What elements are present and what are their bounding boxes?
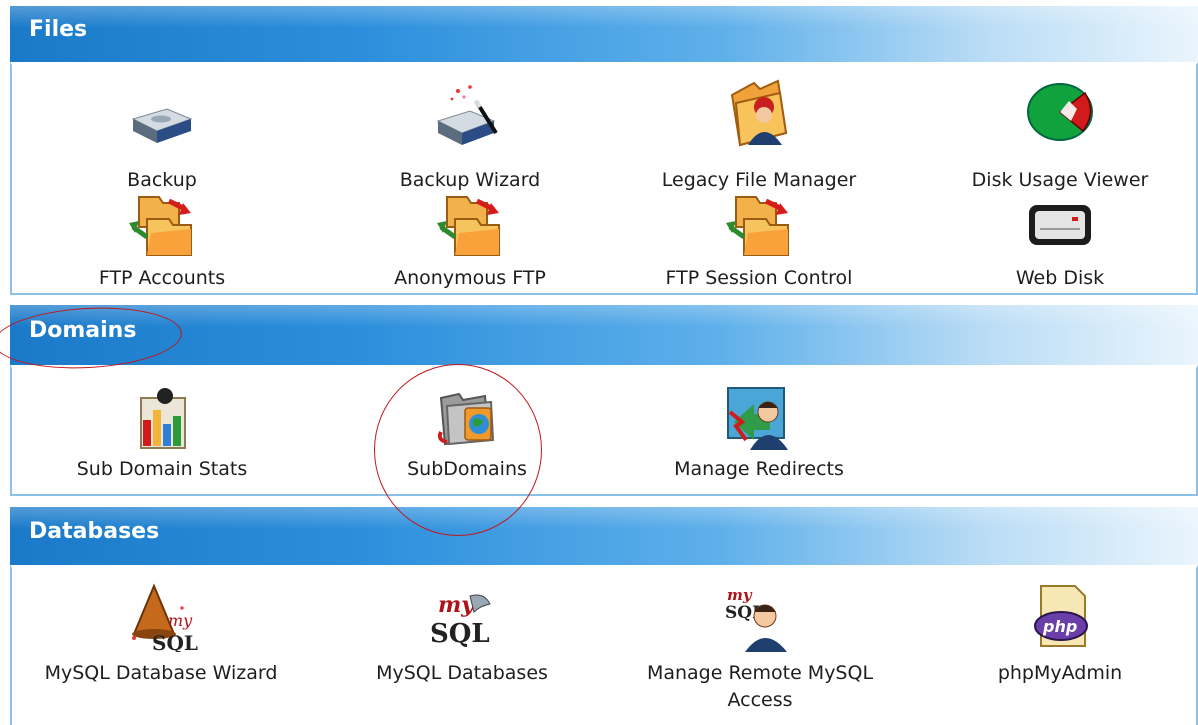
mysql-databases-label: MySQL Databases	[376, 662, 548, 684]
domains-section: Domains Sub Domain Stats SubDomains Mana…	[10, 305, 1198, 496]
phpmyadmin-icon: php	[1034, 585, 1088, 647]
manage-remote-mysql-access-label: Manage Remote MySQL Access	[646, 662, 874, 711]
file-manager-icon	[730, 79, 788, 147]
disk-usage-icon	[1027, 83, 1093, 141]
mysql-my-text: my	[168, 611, 193, 630]
phpmyadmin-item[interactable]: php phpMyAdmin	[960, 568, 1160, 718]
web-disk-label: Web Disk	[1015, 267, 1105, 289]
mysql-databases-item[interactable]: my SQL MySQL Databases	[352, 568, 572, 718]
files-section: Files Backup Backup Wizard Legacy File M…	[10, 6, 1198, 295]
ftp-folder-icon	[726, 196, 789, 256]
sub-domain-stats-label: Sub Domain Stats	[76, 458, 248, 480]
mysql-database-wizard-label: MySQL Database Wizard	[44, 662, 278, 684]
web-disk-item[interactable]: Web Disk	[940, 165, 1180, 295]
stats-chart-icon	[140, 388, 186, 449]
databases-section-title: Databases	[29, 519, 160, 544]
ftp-folder-icon	[437, 196, 500, 256]
manage-redirects-label: Manage Redirects	[674, 458, 844, 480]
databases-section-body: my SQL MySQL Database Wizard my SQL MySQ…	[10, 565, 1198, 725]
anonymous-ftp-item[interactable]: Anonymous FTP	[370, 165, 570, 295]
ftp-session-control-item[interactable]: FTP Session Control	[639, 165, 879, 295]
databases-section-header[interactable]: Databases	[10, 507, 1198, 565]
ftp-session-control-label: FTP Session Control	[665, 267, 853, 289]
mysql-wizard-icon: my SQL	[132, 583, 198, 652]
files-section-title: Files	[29, 17, 88, 42]
domains-section-title: Domains	[29, 318, 137, 343]
mysql-remote-user-icon: my SQL	[725, 586, 787, 652]
subdomains-highlight-circle	[374, 364, 542, 536]
files-section-body: Backup Backup Wizard Legacy File Manager…	[10, 62, 1198, 295]
mysql-sql-text: SQL	[430, 619, 490, 649]
phpmyadmin-label: phpMyAdmin	[997, 662, 1123, 684]
mysql-icon: my SQL	[430, 592, 491, 649]
databases-section: Databases my SQL MySQL Database Wizard m…	[10, 507, 1198, 725]
ftp-accounts-label: FTP Accounts	[98, 267, 226, 289]
php-text: php	[1042, 617, 1077, 636]
backup-icon	[131, 108, 193, 143]
domains-section-body: Sub Domain Stats SubDomains Manage Redir…	[10, 365, 1198, 496]
files-section-header[interactable]: Files	[10, 6, 1198, 62]
ftp-accounts-item[interactable]: FTP Accounts	[62, 165, 262, 295]
anonymous-ftp-label: Anonymous FTP	[394, 267, 546, 289]
sub-domain-stats-item[interactable]: Sub Domain Stats	[52, 368, 272, 493]
web-disk-icon	[1029, 205, 1091, 245]
domains-section-header[interactable]: Domains	[10, 305, 1198, 365]
ftp-folder-icon	[129, 196, 192, 256]
mysql-my-text: my	[727, 586, 753, 604]
mysql-sql-text: SQL	[152, 631, 198, 652]
backup-wizard-icon	[436, 85, 498, 145]
redirect-user-icon	[727, 387, 788, 450]
mysql-database-wizard-item[interactable]: my SQL MySQL Database Wizard	[16, 568, 306, 718]
manage-remote-mysql-access-item[interactable]: my SQL Manage Remote MySQL Access	[610, 568, 910, 718]
manage-redirects-item[interactable]: Manage Redirects	[639, 368, 879, 493]
